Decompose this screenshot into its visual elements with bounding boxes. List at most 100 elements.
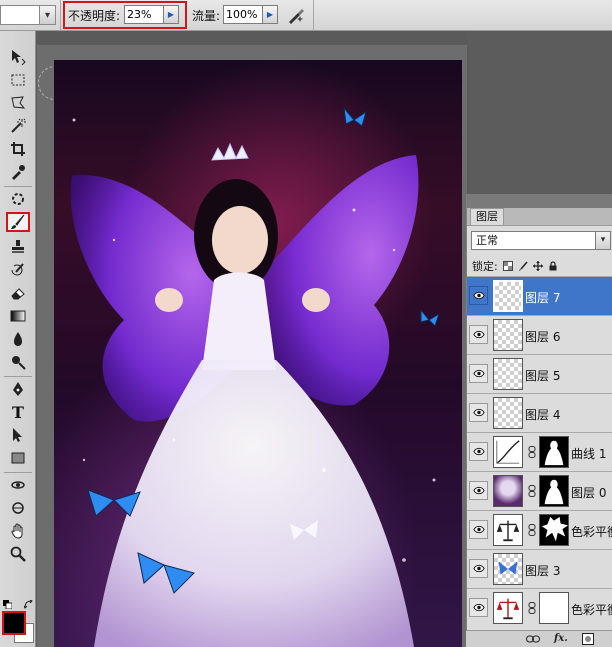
3d-rotate-tool[interactable] (6, 475, 30, 495)
3d-orbit-tool[interactable] (6, 498, 30, 518)
link-icon[interactable] (528, 485, 536, 497)
history-brush-tool[interactable] (6, 260, 30, 280)
layer-mask-thumbnail (539, 475, 569, 507)
visibility-eye-icon[interactable] (469, 481, 488, 500)
move-tool[interactable] (6, 47, 30, 67)
gradient-tool[interactable] (6, 306, 30, 326)
opacity-input[interactable]: 23% (124, 5, 168, 24)
layer-thumbnail (493, 358, 523, 390)
layers-panel-footer: fx. (466, 630, 612, 647)
layer-mask-thumbnail (539, 514, 569, 546)
layer-row[interactable]: 图层 0 (467, 471, 612, 510)
flow-slider-button[interactable]: ▶ (262, 5, 278, 24)
fairy-photo[interactable] (54, 60, 462, 647)
eyedropper-tool[interactable] (6, 162, 30, 182)
layer-row[interactable]: 曲线 1 (467, 432, 612, 471)
eraser-tool[interactable] (6, 283, 30, 303)
foreground-color-swatch[interactable] (2, 611, 26, 635)
lasso-tool[interactable] (6, 93, 30, 113)
layer-row[interactable]: 色彩平衡 (467, 588, 612, 627)
layer-row[interactable]: 图层 4 (467, 393, 612, 432)
visibility-eye-icon[interactable] (469, 442, 488, 461)
crop-tool[interactable] (6, 139, 30, 159)
panel-header-strip (467, 194, 612, 208)
link-icon[interactable] (528, 446, 536, 458)
tab-layers[interactable]: 图层 (470, 208, 504, 225)
layer-name: 曲线 1 (571, 447, 607, 461)
visibility-eye-icon[interactable] (469, 520, 488, 539)
chevron-down-icon[interactable]: ▾ (595, 232, 610, 249)
default-colors-icon[interactable] (3, 599, 13, 610)
blend-mode-select[interactable]: 正常 ▾ (471, 231, 611, 250)
layer-thumbnail (493, 319, 523, 351)
lock-row: 锁定: (472, 258, 558, 274)
type-tool[interactable]: T (6, 402, 30, 422)
swap-colors-icon[interactable] (23, 599, 33, 609)
brush-tool[interactable] (6, 212, 30, 232)
healing-brush-tool[interactable] (6, 189, 30, 209)
color-balance-adjustment-icon (493, 514, 523, 546)
layer-row[interactable]: 图层 7 (467, 276, 612, 315)
layer-row[interactable]: 图层 6 (467, 315, 612, 354)
layer-style-button[interactable]: fx. (554, 633, 568, 644)
visibility-eye-icon[interactable] (469, 598, 488, 617)
visibility-eye-icon[interactable] (469, 559, 488, 578)
pen-tool[interactable] (6, 379, 30, 399)
layer-row[interactable]: 色彩平衡 (467, 510, 612, 549)
options-bar: ▾ 不透明度: 23% ▶ 流量: 100% ▶ (0, 0, 612, 31)
opacity-slider-button[interactable]: ▶ (163, 5, 179, 24)
layer-list: 图层 7 图层 6 图层 5 图层 4 曲线 1 图层 0 色彩平 图层 3 色… (467, 276, 612, 627)
layer-row[interactable]: 图层 3 (467, 549, 612, 588)
document-canvas-area[interactable] (37, 31, 467, 647)
marquee-tool[interactable] (6, 70, 30, 90)
layer-name: 色彩平衡 (571, 525, 612, 539)
link-layers-icon[interactable] (526, 634, 540, 644)
lock-position-icon[interactable] (532, 261, 543, 271)
layer-name: 图层 5 (525, 369, 561, 383)
separator (60, 0, 61, 31)
dodge-tool[interactable] (6, 352, 30, 372)
layer-mask-thumbnail (539, 436, 569, 468)
layer-name: 图层 6 (525, 330, 561, 344)
visibility-eye-icon[interactable] (469, 403, 488, 422)
link-icon[interactable] (528, 524, 536, 536)
flow-input[interactable]: 100% (223, 5, 263, 24)
zoom-tool[interactable] (6, 544, 30, 564)
canvas-ruler-strip (37, 31, 467, 45)
layer-name: 图层 0 (571, 486, 607, 500)
opacity-label: 不透明度: (68, 9, 121, 23)
lock-label: 锁定: (472, 260, 498, 273)
curves-adjustment-icon (493, 436, 523, 468)
path-selection-tool[interactable] (6, 425, 30, 445)
rectangle-tool[interactable] (6, 448, 30, 468)
lock-all-icon[interactable] (548, 261, 558, 271)
layer-row[interactable]: 图层 5 (467, 354, 612, 393)
layer-name: 图层 4 (525, 408, 561, 422)
blur-tool[interactable] (6, 329, 30, 349)
layer-name: 图层 3 (525, 564, 561, 578)
magic-wand-tool[interactable] (6, 116, 30, 136)
color-balance-adjustment-icon (493, 592, 523, 624)
layer-mask-thumbnail (539, 592, 569, 624)
tool-preset-dropdown[interactable]: ▾ (39, 5, 56, 25)
lock-image-pixels-icon[interactable] (518, 261, 528, 271)
visibility-eye-icon[interactable] (469, 286, 488, 305)
layer-thumbnail (493, 280, 523, 312)
link-icon[interactable] (528, 602, 536, 614)
visibility-eye-icon[interactable] (469, 325, 488, 344)
lock-transparent-pixels-icon[interactable] (502, 261, 513, 271)
hand-tool[interactable] (6, 521, 30, 541)
toolbox-separator (4, 472, 32, 473)
flow-label: 流量: (192, 9, 221, 23)
add-mask-icon[interactable] (582, 633, 594, 645)
layers-panel: 图层 正常 ▾ 锁定: 图层 7 图层 6 图层 5 图层 4 曲线 1 图层 … (466, 194, 612, 647)
layer-thumbnail (493, 397, 523, 429)
layer-name: 图层 7 (525, 291, 561, 305)
layer-thumbnail (493, 475, 523, 507)
airbrush-icon[interactable] (285, 4, 307, 26)
layer-thumbnail (493, 553, 523, 585)
clone-stamp-tool[interactable] (6, 237, 30, 257)
visibility-eye-icon[interactable] (469, 364, 488, 383)
separator (313, 0, 314, 31)
layer-name: 色彩平衡 (571, 603, 612, 617)
